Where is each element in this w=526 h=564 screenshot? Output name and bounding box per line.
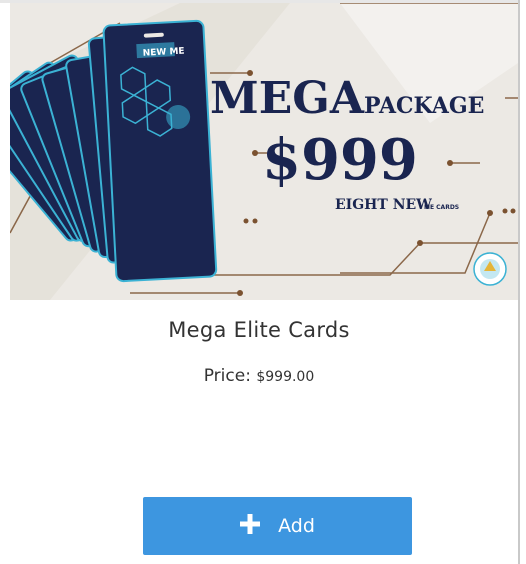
add-to-cart-button[interactable]: Add — [143, 497, 412, 555]
banner-tagline-main: EIGHT NEW — [335, 197, 432, 213]
add-button-label: Add — [278, 515, 315, 537]
plus-icon — [240, 513, 261, 539]
banner-price-text: $999 — [262, 127, 418, 193]
price-value: $999.00 — [256, 369, 315, 385]
product-name: Mega Elite Cards — [168, 318, 350, 342]
brand-logo-icon — [473, 252, 507, 286]
price-row: Price: $999.00 — [0, 366, 518, 386]
banner-tagline-small: ME CARDS — [424, 204, 459, 211]
banner-headline-sub: PACKAGE — [364, 93, 484, 119]
product-card: NEW ME MEGA PACKAGE $999 EIGHT NEW ME CA… — [0, 0, 520, 564]
price-label: Price: — [203, 366, 251, 386]
product-banner-image[interactable]: NEW ME MEGA PACKAGE $999 EIGHT NEW ME CA… — [10, 3, 518, 300]
banner-headline-main: MEGA — [210, 73, 365, 124]
